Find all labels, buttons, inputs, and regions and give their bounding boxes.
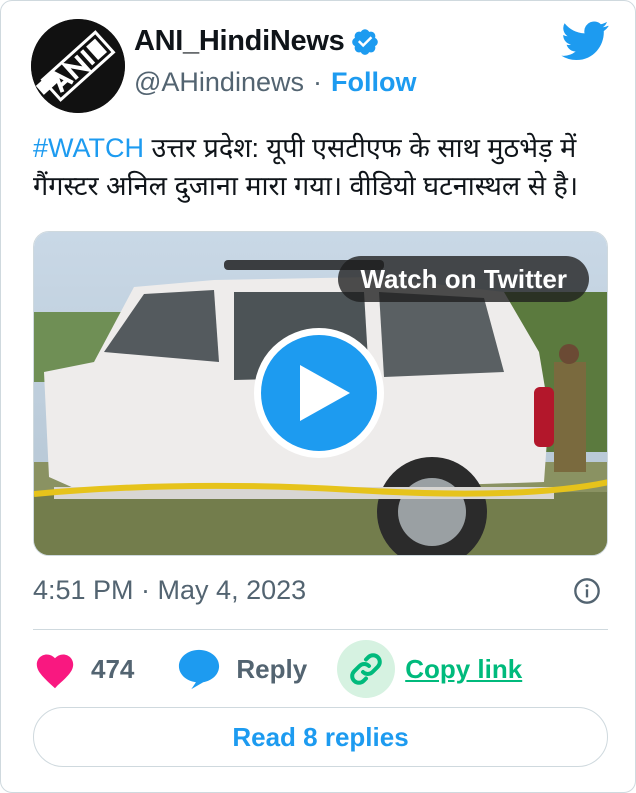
video-media[interactable]: Watch on Twitter	[33, 231, 608, 556]
play-button[interactable]	[254, 328, 384, 458]
author-avatar[interactable]	[31, 19, 125, 113]
reply-bubble-icon	[176, 647, 222, 691]
watch-on-twitter-button[interactable]: Watch on Twitter	[338, 256, 589, 302]
action-bar: 474 Reply Copy link	[33, 639, 522, 699]
divider	[33, 629, 608, 630]
like-button[interactable]: 474	[33, 649, 134, 689]
author-handle[interactable]: @AHindinews	[134, 67, 304, 98]
tweet-text: #WATCH उत्तर प्रदेश: यूपी एसटीएफ के साथ …	[33, 129, 613, 205]
link-icon	[337, 640, 396, 698]
verified-badge-icon	[350, 27, 380, 57]
heart-icon	[33, 649, 77, 689]
copy-link-button[interactable]: Copy link	[337, 640, 522, 698]
twitter-bird-icon[interactable]	[561, 21, 609, 61]
separator-dot: ·	[312, 67, 322, 97]
play-icon	[300, 365, 350, 421]
reply-label: Reply	[236, 653, 308, 684]
hashtag-link[interactable]: #WATCH	[33, 133, 144, 163]
like-count: 474	[91, 653, 135, 684]
info-icon[interactable]	[573, 577, 601, 605]
follow-link[interactable]: Follow	[331, 67, 416, 98]
copy-link-label: Copy link	[405, 653, 523, 684]
author-display-name[interactable]: ANI_HindiNews	[134, 25, 345, 58]
ani-logo-icon	[31, 19, 125, 113]
tweet-timestamp[interactable]: 4:51 PM · May 4, 2023	[33, 575, 306, 606]
reply-button[interactable]: Reply	[176, 647, 307, 691]
tweet-embed-card: ANI_HindiNews @AHindinews · Follow #WATC…	[0, 0, 636, 793]
read-replies-button[interactable]: Read 8 replies	[33, 707, 608, 767]
